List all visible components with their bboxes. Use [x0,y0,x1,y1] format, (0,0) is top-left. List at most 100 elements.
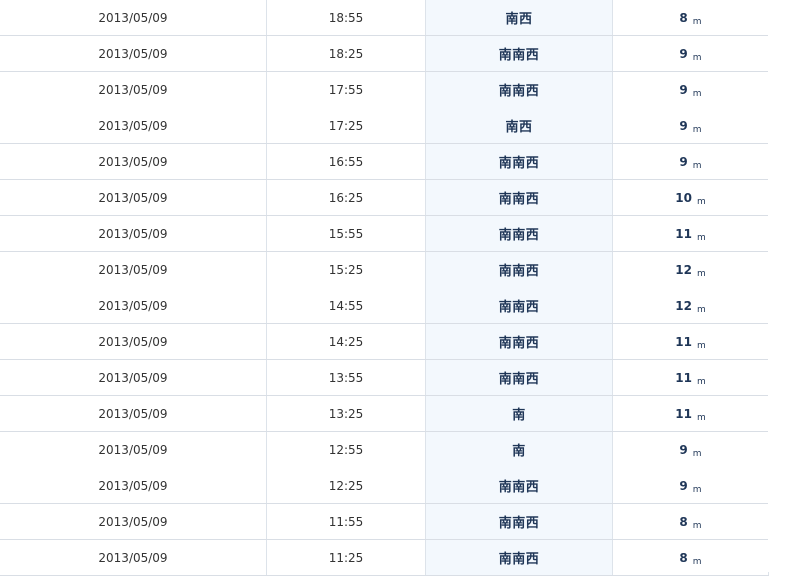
wind-speed-unit: m [696,304,706,315]
date-cell: 2013/05/09 [0,359,267,396]
wind-speed-cell: 8m [612,539,769,576]
wind-speed-cell: 11 m [612,395,769,432]
wind-speed-unit: m [692,88,702,99]
table-row: 2013/05/09 14:25 南南西 11 m [0,323,769,360]
wind-speed-unit: m [696,196,706,207]
wind-direction-cell: 南南西 [425,215,613,252]
wind-direction-cell: 南 [425,431,613,468]
wind-speed-value: 11 [675,334,692,349]
wind-speed-unit: m [696,232,706,243]
wind-speed-value: 9 [679,46,688,61]
wind-speed-unit: m [692,124,702,135]
wind-speed-unit: m [692,160,702,171]
page-margin [768,0,800,572]
wind-speed-cell: 9m [612,35,769,72]
date-cell: 2013/05/09 [0,395,267,432]
wind-speed-value: 9 [679,442,688,457]
time-cell: 18:25 [266,35,426,72]
table-row: 2013/05/09 12:55 南 9m [0,431,769,468]
wind-speed-cell: 10 m [612,179,769,216]
date-cell: 2013/05/09 [0,143,267,180]
wind-speed-value: 8 [679,550,688,565]
wind-speed-value: 10 [675,190,692,205]
table-row: 2013/05/09 13:25 南 11 m [0,395,769,432]
wind-speed-value: 11 [675,370,692,385]
wind-speed-cell: 12 m [612,251,769,288]
table-row: 2013/05/09 18:55 南西 8m [0,0,769,36]
wind-direction-cell: 南南西 [425,539,613,576]
table-row: 2013/05/09 12:25 南南西 9m [0,467,769,504]
wind-speed-cell: 9m [612,143,769,180]
wind-direction-cell: 南南西 [425,359,613,396]
time-cell: 13:55 [266,359,426,396]
wind-speed-unit: m [692,484,702,495]
date-cell: 2013/05/09 [0,323,267,360]
wind-direction-cell: 南南西 [425,179,613,216]
date-cell: 2013/05/09 [0,287,267,324]
wind-speed-unit: m [692,52,702,63]
date-cell: 2013/05/09 [0,251,267,288]
table-row: 2013/05/09 16:55 南南西 9m [0,143,769,180]
wind-speed-value: 12 [675,298,692,313]
date-cell: 2013/05/09 [0,179,267,216]
wind-speed-cell: 8m [612,503,769,540]
time-cell: 17:55 [266,71,426,108]
wind-speed-unit: m [692,556,702,567]
date-cell: 2013/05/09 [0,0,267,36]
wind-speed-value: 8 [679,10,688,25]
date-cell: 2013/05/09 [0,71,267,108]
wind-direction-cell: 南 [425,395,613,432]
date-cell: 2013/05/09 [0,215,267,252]
table-row: 2013/05/09 15:25 南南西 12 m [0,251,769,288]
wind-direction-cell: 南南西 [425,323,613,360]
wind-direction-cell: 南西 [425,0,613,36]
date-cell: 2013/05/09 [0,467,267,504]
wind-speed-value: 8 [679,514,688,529]
time-cell: 11:55 [266,503,426,540]
wind-speed-cell: 9m [612,431,769,468]
table-row: 2013/05/09 13:55 南南西 11 m [0,359,769,396]
table-row: 2013/05/09 11:25 南南西 8m [0,539,769,576]
table-row: 2013/05/09 14:55 南南西 12 m [0,287,769,324]
table-row: 2013/05/09 16:25 南南西 10 m [0,179,769,216]
time-cell: 17:25 [266,107,426,144]
wind-observation-table: 2013/05/09 18:55 南西 8m 2013/05/09 18:25 … [0,0,769,576]
table-row: 2013/05/09 11:55 南南西 8m [0,503,769,540]
wind-direction-cell: 南西 [425,107,613,144]
wind-direction-cell: 南南西 [425,71,613,108]
table-row: 2013/05/09 18:25 南南西 9m [0,35,769,72]
time-cell: 13:25 [266,395,426,432]
wind-speed-value: 9 [679,118,688,133]
wind-speed-cell: 9m [612,71,769,108]
date-cell: 2013/05/09 [0,539,267,576]
wind-speed-unit: m [696,340,706,351]
table-row: 2013/05/09 17:55 南南西 9m [0,71,769,108]
wind-direction-cell: 南南西 [425,287,613,324]
date-cell: 2013/05/09 [0,107,267,144]
wind-speed-value: 9 [679,82,688,97]
wind-speed-unit: m [692,16,702,27]
time-cell: 12:25 [266,467,426,504]
time-cell: 15:25 [266,251,426,288]
wind-speed-value: 11 [675,406,692,421]
wind-direction-cell: 南南西 [425,35,613,72]
date-cell: 2013/05/09 [0,35,267,72]
wind-speed-cell: 9m [612,467,769,504]
wind-speed-unit: m [696,412,706,423]
table-row: 2013/05/09 15:55 南南西 11 m [0,215,769,252]
wind-speed-cell: 8m [612,0,769,36]
wind-speed-value: 12 [675,262,692,277]
time-cell: 18:55 [266,0,426,36]
time-cell: 14:25 [266,323,426,360]
wind-direction-cell: 南南西 [425,503,613,540]
wind-speed-unit: m [692,448,702,459]
date-cell: 2013/05/09 [0,503,267,540]
time-cell: 14:55 [266,287,426,324]
time-cell: 12:55 [266,431,426,468]
wind-observation-rows: 2013/05/09 18:55 南西 8m 2013/05/09 18:25 … [0,0,769,576]
wind-direction-cell: 南南西 [425,251,613,288]
wind-speed-value: 9 [679,478,688,493]
time-cell: 16:25 [266,179,426,216]
wind-direction-cell: 南南西 [425,467,613,504]
date-cell: 2013/05/09 [0,431,267,468]
